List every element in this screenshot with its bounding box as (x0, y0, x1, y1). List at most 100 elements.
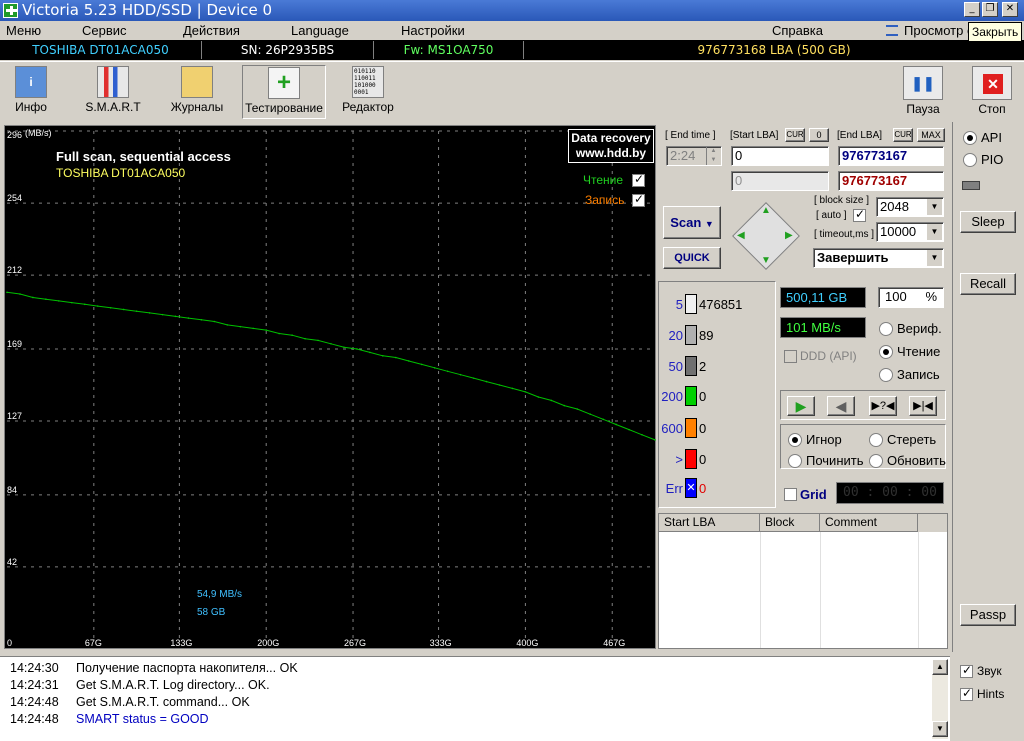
end-lba-field[interactable]: 976773167 (838, 146, 944, 166)
histogram-count: 476851 (699, 297, 743, 312)
scanned-readout: 500,11 GB (780, 287, 866, 308)
timeout-dropdown-icon[interactable]: ▼ (927, 224, 942, 240)
ddd-checkbox[interactable] (784, 350, 797, 363)
hints-label: Hints (977, 687, 1005, 701)
menu-help[interactable]: Справка (772, 23, 823, 38)
read-speed-point (213, 320, 216, 323)
stop-button-label: Стоп (978, 102, 1006, 116)
grid-checkbox[interactable] (784, 488, 797, 501)
quick-button[interactable]: QUICK (663, 247, 721, 269)
menu-view[interactable]: Просмотр с (904, 23, 973, 38)
read-speed-point (239, 325, 242, 328)
maximize-button[interactable]: ❐ (982, 2, 998, 17)
end-time-spinner[interactable]: ▲ ▼ (706, 147, 720, 165)
rewind-icon[interactable]: ◀ (827, 396, 855, 416)
read-speed-point (304, 337, 306, 340)
action-refresh-radio[interactable]: Обновить (869, 454, 946, 468)
sleep-button[interactable]: Sleep (960, 211, 1016, 233)
direction-pad[interactable]: ▲ ▼ ◀ ▶ (732, 202, 800, 270)
stop-button[interactable]: ✕ Стоп (968, 66, 1016, 116)
hints-checkbox[interactable] (960, 686, 973, 701)
read-speed-point (433, 367, 436, 369)
y-tick-label: 169 (7, 339, 22, 349)
end-lba-cur-button[interactable]: CUR (893, 128, 913, 142)
start-lba-cur-button[interactable]: CUR (785, 128, 805, 142)
testing-button[interactable]: + Тестирование (242, 65, 326, 119)
recall-button[interactable]: Recall (960, 273, 1016, 295)
column-start-lba[interactable]: Start LBA (659, 514, 760, 532)
menu-actions[interactable]: Действия (183, 23, 240, 38)
passport-button[interactable]: Passp (960, 604, 1016, 626)
api-radio[interactable]: API (963, 131, 1002, 145)
histogram-count: 2 (699, 359, 707, 374)
sound-label: Звук (977, 664, 1002, 678)
read-speed-point (83, 303, 86, 306)
smart-button-label: S.M.A.R.T (85, 100, 141, 114)
watermark-line1: Data recovery (571, 131, 651, 145)
arrow-left-icon[interactable]: ◀ (737, 230, 745, 241)
column-comment[interactable]: Comment (820, 514, 918, 532)
smart-button[interactable]: S.M.A.R.T (82, 66, 144, 114)
chart-device: TOSHIBA DT01ACA050 (56, 166, 186, 180)
scroll-up-icon[interactable]: ▲ (932, 659, 948, 675)
read-speed-point (395, 356, 397, 359)
timer-display: 00 : 00 : 00 (836, 482, 944, 504)
menu-language[interactable]: Language (291, 23, 349, 38)
end-lba-max-button[interactable]: MAX (917, 128, 945, 142)
pause-button[interactable]: ❚❚ Пауза (900, 66, 946, 116)
action-ignore-radio[interactable]: Игнор (788, 433, 842, 447)
drive-model: TOSHIBA DT01ACA050 (0, 41, 202, 59)
binary-editor-icon: 010110 110011 101000 0001 (352, 66, 384, 98)
read-speed-point (278, 332, 280, 335)
timeout-field[interactable]: 10000 ▼ (876, 222, 944, 242)
log-message: Получение паспорта накопителя... OK (76, 661, 298, 675)
read-speed-point (641, 433, 643, 436)
read-legend-checkbox[interactable] (632, 172, 645, 187)
menu-main[interactable]: Меню (6, 23, 41, 38)
goto-end-icon[interactable]: ▶|◀ (909, 396, 937, 416)
read-speed-point (187, 317, 190, 319)
action-repair-radio[interactable]: Починить (788, 454, 864, 468)
start-lba-field[interactable]: 0 (731, 146, 829, 166)
mode-write-radio[interactable]: Запись (879, 368, 940, 382)
read-speed-point (58, 300, 60, 302)
info-button[interactable]: i Инфо (8, 66, 54, 114)
write-legend-checkbox[interactable] (632, 192, 645, 207)
y-tick-label: 127 (7, 411, 22, 421)
action-erase-radio[interactable]: Стереть (869, 433, 936, 447)
logs-button[interactable]: Журналы (168, 66, 226, 114)
y-axis-unit: (MB/s) (25, 128, 52, 138)
arrow-up-icon[interactable]: ▲ (761, 205, 771, 216)
error-action-group: Игнор Стереть Починить Обновить (780, 424, 946, 469)
info-button-label: Инфо (15, 100, 47, 114)
finish-action-select[interactable]: Завершить ▼ (813, 248, 944, 268)
sound-checkbox[interactable] (960, 663, 973, 678)
finish-action-dropdown-icon[interactable]: ▼ (927, 250, 942, 266)
scroll-down-icon[interactable]: ▼ (932, 721, 948, 737)
scan-button[interactable]: Scan ▼ (663, 206, 721, 239)
mode-verify-radio[interactable]: Вериф. (879, 322, 942, 336)
end-lba-label: [End LBA] (837, 130, 883, 141)
editor-button[interactable]: 010110 110011 101000 0001 Редактор (338, 66, 398, 114)
block-size-field[interactable]: 2048 ▼ (876, 197, 944, 217)
close-button[interactable]: ✕ (1002, 2, 1018, 17)
minimize-button[interactable]: _ (964, 2, 980, 17)
log-scrollbar[interactable]: ▲ ▼ (932, 659, 948, 739)
read-speed-point (161, 313, 164, 316)
histogram-count: 0 (699, 421, 707, 436)
column-block[interactable]: Block (760, 514, 820, 532)
arrow-down-icon[interactable]: ▼ (761, 255, 771, 266)
menu-service[interactable]: Сервис (82, 23, 127, 38)
play-icon[interactable]: ▶ (787, 396, 815, 416)
mode-read-radio[interactable]: Чтение (879, 345, 940, 359)
start-lba-zero-button[interactable]: 0 (809, 128, 829, 142)
block-size-label: [ block size ] (814, 195, 870, 206)
skip-unknown-icon[interactable]: ▶?◀ (869, 396, 897, 416)
menu-settings[interactable]: Настройки (401, 23, 465, 38)
pio-radio[interactable]: PIO (963, 153, 1003, 167)
arrow-right-icon[interactable]: ▶ (785, 230, 793, 241)
block-size-dropdown-icon[interactable]: ▼ (927, 199, 942, 215)
log-time: 14:24:48 (10, 712, 59, 726)
x-tick-label: 333G (430, 638, 452, 648)
auto-checkbox[interactable] (853, 207, 866, 222)
